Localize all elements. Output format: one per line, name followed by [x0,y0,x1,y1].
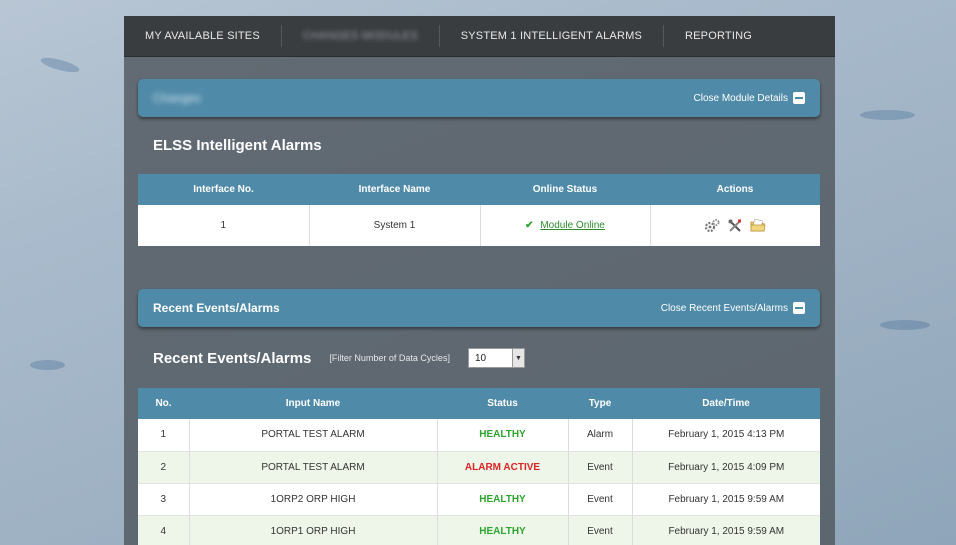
close-module-details-button[interactable]: Close Module Details [693,92,805,104]
column-header-type: Type [568,388,632,419]
module-panel-header: Changes Close Module Details [138,79,820,117]
event-no-cell: 4 [138,515,189,545]
event-type-cell: Event [567,451,632,484]
event-datetime-cell: February 1, 2015 9:59 AM [631,515,820,545]
event-status-cell: ALARM ACTIVE [436,451,568,484]
event-no-cell: 1 [138,419,189,452]
gears-icon[interactable] [704,218,720,234]
nav-system-1-intelligent-alarms[interactable]: SYSTEM 1 INTELLIGENT ALARMS [440,25,663,47]
column-header-interface-name: Interface Name [309,174,480,205]
event-input-cell: 1ORP2 ORP HIGH [188,483,437,516]
event-datetime-cell: February 1, 2015 9:59 AM [631,483,820,516]
minus-icon [793,92,805,104]
tools-icon[interactable] [727,218,743,234]
module-panel-title: Changes [153,91,202,105]
event-status-cell: HEALTHY [436,483,568,516]
main-container: MY AVAILABLE SITES CHANGES MODULES SYSTE… [124,16,835,545]
event-input-cell: PORTAL TEST ALARM [188,451,437,484]
close-recent-events-button[interactable]: Close Recent Events/Alarms [661,302,805,314]
folder-icon[interactable] [750,218,766,234]
events-panel-title: Recent Events/Alarms [153,301,280,315]
event-type-cell: Event [567,483,632,516]
table-row: 4 1ORP1 ORP HIGH HEALTHY Event February … [138,515,820,545]
event-datetime-cell: February 1, 2015 4:13 PM [631,419,820,452]
column-header-status: Status [437,388,568,419]
table-row: 2 PORTAL TEST ALARM ALARM ACTIVE Event F… [138,451,820,484]
close-recent-events-label: Close Recent Events/Alarms [660,302,788,314]
background-fish [880,320,930,330]
events-title-row: Recent Events/Alarms [Filter Number of D… [153,348,525,368]
event-status-cell: HEALTHY [436,419,568,452]
event-input-cell: PORTAL TEST ALARM [188,419,437,452]
event-datetime-cell: February 1, 2015 4:09 PM [631,451,820,484]
chevron-down-icon: ▼ [511,349,524,367]
event-input-cell: 1ORP1 ORP HIGH [188,515,437,545]
actions-cell [649,205,820,246]
table-row: 3 1ORP2 ORP HIGH HEALTHY Event February … [138,483,820,516]
event-type-cell: Alarm [567,419,632,452]
nav-changes-modules[interactable]: CHANGES MODULES [282,25,439,47]
column-header-datetime: Date/Time [632,388,820,419]
checkmark-icon: ✔ [525,220,534,231]
online-status-cell: ✔ Module Online [479,205,650,246]
nav-reporting[interactable]: REPORTING [664,25,773,47]
column-header-input-name: Input Name [189,388,437,419]
top-navigation: MY AVAILABLE SITES CHANGES MODULES SYSTE… [124,16,835,57]
module-online-link[interactable]: Module Online [540,220,604,231]
event-status-cell: HEALTHY [436,515,568,545]
background-fish [860,110,915,120]
minus-icon [793,302,805,314]
alarms-section-title: ELSS Intelligent Alarms [153,137,322,154]
data-cycles-value: 10 [474,352,487,364]
table-row: 1 PORTAL TEST ALARM HEALTHY Alarm Februa… [138,419,820,452]
events-panel-header: Recent Events/Alarms Close Recent Events… [138,289,820,327]
interface-no-cell: 1 [138,205,309,246]
events-table: No. Input Name Status Type Date/Time 1 P… [138,388,820,545]
event-no-cell: 3 [138,483,189,516]
events-section-title: Recent Events/Alarms [153,349,312,367]
interfaces-table: Interface No. Interface Name Online Stat… [138,174,820,246]
event-type-cell: Event [567,515,632,545]
column-header-no: No. [138,388,189,419]
interface-name-cell: System 1 [308,205,480,246]
column-header-interface-no: Interface No. [138,174,309,205]
event-no-cell: 2 [138,451,189,484]
filter-label: [Filter Number of Data Cycles] [329,353,450,363]
background-fish [30,360,65,370]
close-module-details-label: Close Module Details [693,92,789,104]
background-fish [39,54,81,76]
nav-my-available-sites[interactable]: MY AVAILABLE SITES [124,25,281,47]
data-cycles-select[interactable]: 10 ▼ [467,348,525,368]
column-header-actions: Actions [650,174,820,205]
table-row: 1 System 1 ✔ Module Online [138,205,820,246]
column-header-online-status: Online Status [480,174,650,205]
